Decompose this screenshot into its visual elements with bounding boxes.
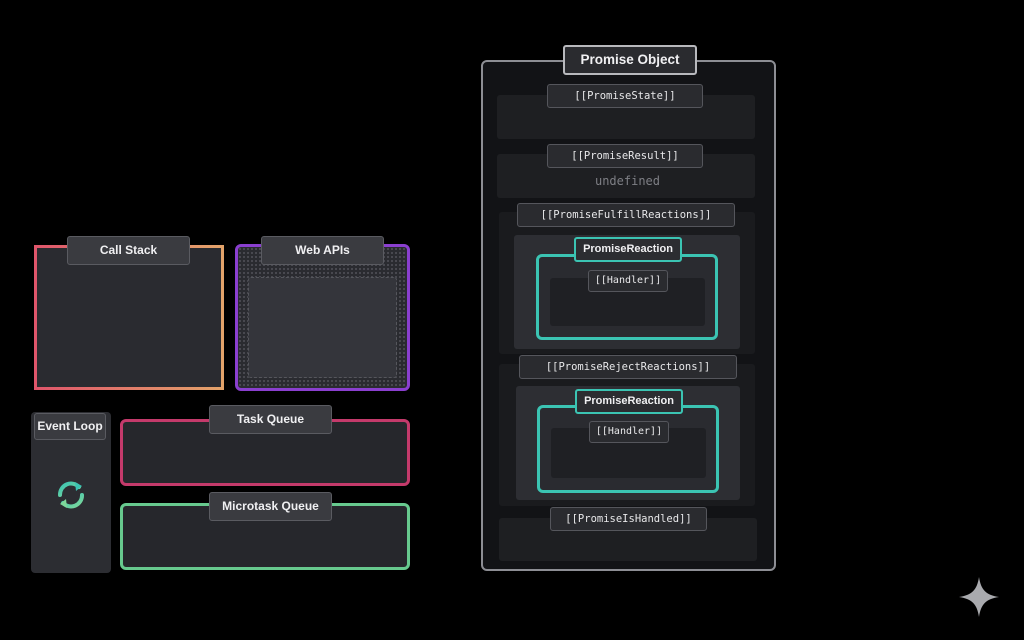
event-loop-label: Event Loop [34, 413, 106, 440]
reject-reaction-label: PromiseReaction [575, 389, 683, 414]
fulfill-reaction-label: PromiseReaction [574, 237, 682, 262]
promise-result-value: undefined [594, 174, 661, 188]
call-stack-label: Call Stack [67, 236, 190, 265]
microtask-queue-label: Microtask Queue [209, 492, 332, 521]
fulfill-reactions-label: [[PromiseFulfillReactions]] [517, 203, 735, 227]
promise-result-label: [[PromiseResult]] [547, 144, 703, 168]
promise-is-handled-label: [[PromiseIsHandled]] [550, 507, 707, 531]
call-stack-panel [34, 245, 224, 390]
reject-reactions-label: [[PromiseRejectReactions]] [519, 355, 737, 379]
task-queue-label: Task Queue [209, 405, 332, 434]
sparkle-icon [959, 577, 999, 617]
web-apis-panel [235, 244, 410, 391]
reject-handler-label: [[Handler]] [589, 421, 669, 443]
refresh-cycle-icon [58, 481, 84, 509]
promise-state-label: [[PromiseState]] [547, 84, 703, 108]
web-apis-label: Web APIs [261, 236, 384, 265]
fulfill-handler-label: [[Handler]] [588, 270, 668, 292]
promise-object-title: Promise Object [563, 45, 697, 75]
web-apis-inner-area [248, 277, 397, 378]
